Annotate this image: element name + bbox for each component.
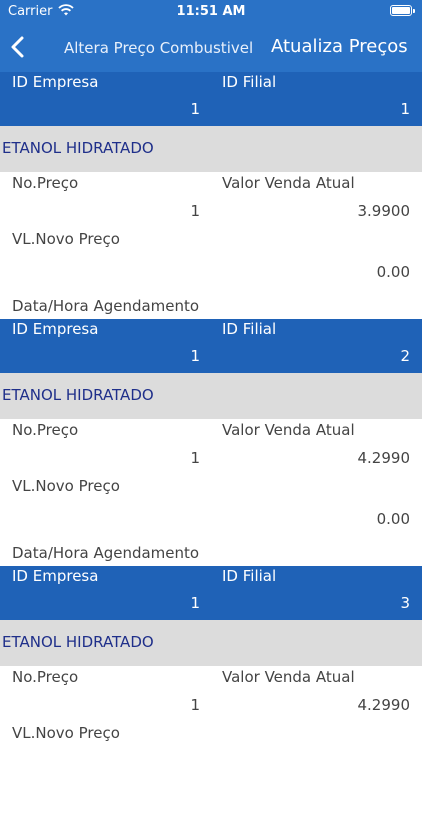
clock: 11:51 AM: [176, 4, 246, 19]
vl-novo-preco-value[interactable]: 0.00: [377, 510, 410, 528]
id-empresa-label: ID Empresa: [12, 73, 99, 91]
no-preco-value: 1: [190, 696, 200, 714]
id-filial-value: 1: [400, 100, 410, 118]
vl-novo-preco-label: VL.Novo Preço: [12, 230, 120, 248]
id-filial-label: ID Filial: [222, 567, 277, 585]
valor-venda-atual-value: 4.2990: [357, 696, 411, 714]
product-name: ETANOL HIDRATADO: [2, 633, 154, 651]
back-button-label[interactable]: Altera Preço Combustivel: [64, 39, 253, 57]
data-hora-agendamento-label: Data/Hora Agendamento: [12, 544, 200, 562]
valor-venda-atual-label: Valor Venda Atual: [222, 174, 355, 192]
valor-venda-atual-label: Valor Venda Atual: [222, 668, 355, 686]
id-empresa-value: 1: [190, 594, 200, 612]
price-detail-block[interactable]: No.Preço Valor Venda Atual 1 4.2990 VL.N…: [0, 419, 422, 566]
valor-venda-atual-value: 3.9900: [357, 202, 411, 220]
id-empresa-value: 1: [190, 100, 200, 118]
vl-novo-preco-label: VL.Novo Preço: [12, 724, 120, 742]
record-header-row: ID Empresa ID Filial 1 2: [0, 319, 422, 373]
id-empresa-label: ID Empresa: [12, 567, 99, 585]
no-preco-value: 1: [190, 202, 200, 220]
id-filial-label: ID Filial: [222, 73, 277, 91]
battery-icon: [390, 5, 415, 16]
no-preco-label: No.Preço: [12, 174, 79, 192]
data-hora-agendamento-label: Data/Hora Agendamento: [12, 297, 200, 315]
price-list: ID Empresa ID Filial 1 1 ETANOL HIDRATAD…: [0, 72, 422, 813]
product-section-header: ETANOL HIDRATADO: [0, 373, 422, 419]
product-section-header: ETANOL HIDRATADO: [0, 126, 422, 172]
id-empresa-label: ID Empresa: [12, 320, 99, 338]
page-title: Atualiza Preços: [271, 36, 408, 57]
valor-venda-atual-value: 4.2990: [357, 449, 411, 467]
price-detail-block[interactable]: No.Preço Valor Venda Atual 1 4.2990 VL.N…: [0, 666, 422, 813]
no-preco-label: No.Preço: [12, 421, 79, 439]
record-header-row: ID Empresa ID Filial 1 3: [0, 566, 422, 620]
price-detail-block[interactable]: No.Preço Valor Venda Atual 1 3.9900 VL.N…: [0, 172, 422, 319]
record-header-row: ID Empresa ID Filial 1 1: [0, 72, 422, 126]
no-preco-value: 1: [190, 449, 200, 467]
id-filial-value: 2: [400, 347, 410, 365]
status-bar: Carrier 11:51 AM: [0, 0, 422, 24]
product-name: ETANOL HIDRATADO: [2, 139, 154, 157]
navigation-bar: Altera Preço Combustivel Atualiza Preços: [0, 24, 422, 72]
product-name: ETANOL HIDRATADO: [2, 386, 154, 404]
valor-venda-atual-label: Valor Venda Atual: [222, 421, 355, 439]
no-preco-label: No.Preço: [12, 668, 79, 686]
vl-novo-preco-label: VL.Novo Preço: [12, 477, 120, 495]
id-filial-label: ID Filial: [222, 320, 277, 338]
vl-novo-preco-value[interactable]: 0.00: [377, 263, 410, 281]
id-filial-value: 3: [400, 594, 410, 612]
product-section-header: ETANOL HIDRATADO: [0, 620, 422, 666]
id-empresa-value: 1: [190, 347, 200, 365]
back-chevron-icon[interactable]: [6, 34, 32, 60]
